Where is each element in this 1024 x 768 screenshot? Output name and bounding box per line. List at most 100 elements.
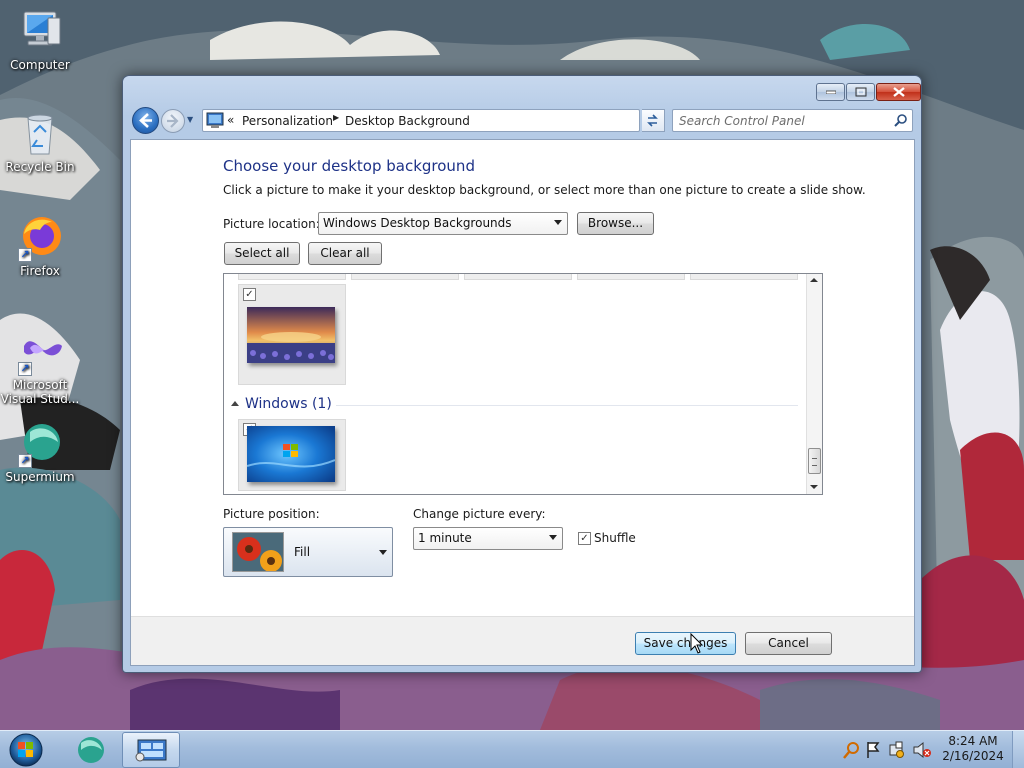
taskbar-control-panel[interactable] bbox=[122, 732, 180, 768]
shortcut-arrow-icon: ↗ bbox=[18, 248, 32, 262]
chevron-down-icon bbox=[554, 220, 562, 225]
system-tray bbox=[838, 739, 938, 761]
clear-all-button[interactable]: Clear all bbox=[308, 242, 382, 265]
thumbnail-tile-partial[interactable] bbox=[464, 274, 572, 280]
picture-position-value: Fill bbox=[294, 545, 311, 559]
dialog-footer: Save changes Cancel bbox=[131, 616, 914, 665]
scroll-down-icon[interactable] bbox=[810, 485, 818, 489]
picture-position-label: Picture position: bbox=[223, 507, 320, 521]
scroll-up-icon[interactable] bbox=[810, 278, 818, 282]
search-icon[interactable] bbox=[893, 113, 908, 128]
clock-date: 2/16/2024 bbox=[942, 749, 1004, 763]
content-pane: Choose your desktop background Click a p… bbox=[130, 139, 915, 666]
desktop-icon-label: Supermium bbox=[5, 470, 75, 484]
forward-button[interactable] bbox=[161, 109, 185, 133]
collapse-triangle-icon bbox=[231, 401, 239, 406]
volume-muted-icon[interactable] bbox=[913, 741, 931, 759]
flower-preview-thumbnail bbox=[232, 532, 284, 572]
minimize-icon bbox=[825, 90, 836, 94]
computer-icon bbox=[16, 8, 64, 56]
desktop-icon-label: Microsoft Visual Stud... bbox=[0, 378, 80, 406]
picture-location-value: Windows Desktop Backgrounds bbox=[323, 216, 512, 230]
group-title: Windows (1) bbox=[245, 396, 332, 412]
back-button[interactable] bbox=[132, 107, 159, 134]
desktop-icon-recycle-bin[interactable]: Recycle Bin bbox=[0, 110, 80, 174]
thumbnail-checkbox[interactable]: ✓ bbox=[243, 288, 256, 301]
shuffle-label[interactable]: Shuffle bbox=[594, 531, 636, 545]
start-button[interactable] bbox=[6, 732, 46, 768]
maximize-button[interactable] bbox=[846, 83, 875, 101]
chevron-down-icon bbox=[379, 550, 387, 555]
thumbnail-tile-partial[interactable] bbox=[690, 274, 798, 280]
shortcut-arrow-icon: ↗ bbox=[18, 362, 32, 376]
shuffle-checkbox[interactable]: ✓ bbox=[578, 532, 591, 545]
scrollbar-thumb[interactable] bbox=[808, 448, 821, 474]
sunset-lake-thumbnail bbox=[247, 307, 335, 363]
group-divider bbox=[336, 405, 798, 406]
arrow-right-icon bbox=[167, 114, 179, 128]
desktop-icon-visual-studio[interactable]: ↗ Microsoft Visual Stud... bbox=[0, 328, 80, 406]
breadcrumb-separator-icon[interactable]: ▶ bbox=[333, 113, 339, 122]
shortcut-arrow-icon: ↗ bbox=[18, 454, 32, 468]
desktop-icon-label: Firefox bbox=[20, 264, 60, 278]
desktop-icon-supermium[interactable]: ↗ Supermium bbox=[0, 420, 80, 484]
desktop-icon-label: Computer bbox=[10, 58, 70, 72]
page-title: Choose your desktop background bbox=[223, 157, 475, 175]
search-input[interactable] bbox=[679, 113, 884, 128]
network-icon[interactable] bbox=[889, 741, 904, 758]
page-subtitle: Click a picture to make it your desktop … bbox=[223, 183, 866, 197]
thumbnail-tile-partial[interactable] bbox=[238, 274, 346, 280]
thumbnail-tile-partial[interactable] bbox=[351, 274, 459, 280]
minimize-button[interactable] bbox=[816, 83, 845, 101]
clock[interactable]: 8:24 AM 2/16/2024 bbox=[938, 734, 1008, 764]
browse-button[interactable]: Browse... bbox=[577, 212, 654, 235]
breadcrumb-desktop-background[interactable]: Desktop Background bbox=[345, 114, 470, 128]
recent-pages-dropdown[interactable]: ▼ bbox=[187, 115, 197, 125]
search-box[interactable] bbox=[672, 109, 913, 132]
close-button[interactable] bbox=[876, 83, 921, 101]
maximize-icon bbox=[855, 87, 866, 97]
clock-time: 8:24 AM bbox=[948, 734, 998, 748]
mouse-cursor-icon bbox=[690, 633, 704, 654]
taskbar-supermium[interactable] bbox=[66, 733, 116, 767]
search-icon[interactable] bbox=[843, 742, 859, 759]
thumbnail-tile[interactable]: ✓ bbox=[238, 419, 346, 491]
desktop-icon-computer[interactable]: Computer bbox=[0, 8, 80, 72]
desktop-background-window: ▼ « Personalization ▶ Desktop Background… bbox=[122, 75, 922, 673]
chevron-down-icon bbox=[549, 535, 557, 540]
flag-icon[interactable] bbox=[867, 742, 880, 758]
windows-start-icon bbox=[9, 733, 43, 767]
address-bar[interactable]: « Personalization ▶ Desktop Background ▼ bbox=[202, 109, 709, 132]
change-picture-interval-dropdown[interactable]: 1 minute bbox=[413, 527, 563, 550]
picture-location-label: Picture location: bbox=[223, 217, 320, 231]
firefox-icon: ↗ bbox=[16, 214, 64, 262]
close-icon bbox=[892, 87, 905, 97]
show-desktop-button[interactable] bbox=[1012, 731, 1024, 768]
windows-logo-thumbnail bbox=[247, 426, 335, 482]
refresh-button[interactable] bbox=[642, 109, 665, 132]
thumbnail-tile-partial[interactable] bbox=[577, 274, 685, 280]
desktop-icon-label: Recycle Bin bbox=[5, 160, 75, 174]
change-picture-label: Change picture every: bbox=[413, 507, 546, 521]
picture-location-dropdown[interactable]: Windows Desktop Backgrounds bbox=[318, 212, 568, 235]
save-changes-button[interactable]: Save changes bbox=[635, 632, 736, 655]
thumbnail-tile[interactable]: ✓ bbox=[238, 284, 346, 385]
desktop-icon-firefox[interactable]: ↗ Firefox bbox=[0, 214, 80, 278]
control-panel-icon bbox=[135, 739, 167, 762]
supermium-icon: ↗ bbox=[16, 420, 64, 468]
control-panel-icon bbox=[206, 112, 224, 128]
refresh-icon bbox=[647, 114, 658, 127]
picture-position-dropdown[interactable]: Fill bbox=[223, 527, 393, 577]
change-picture-interval-value: 1 minute bbox=[418, 531, 472, 545]
recycle-bin-icon bbox=[16, 110, 64, 158]
breadcrumb-personalization[interactable]: Personalization bbox=[242, 114, 333, 128]
cancel-button[interactable]: Cancel bbox=[745, 632, 832, 655]
picture-list[interactable]: ✓ Windows (1) bbox=[223, 273, 823, 495]
taskbar: 8:24 AM 2/16/2024 bbox=[0, 730, 1024, 768]
vertical-scrollbar[interactable] bbox=[806, 274, 822, 494]
select-all-button[interactable]: Select all bbox=[224, 242, 300, 265]
visual-studio-icon: ↗ bbox=[16, 328, 64, 376]
arrow-left-icon bbox=[139, 113, 152, 128]
supermium-icon bbox=[78, 737, 104, 763]
breadcrumb-overflow[interactable]: « bbox=[227, 113, 234, 127]
